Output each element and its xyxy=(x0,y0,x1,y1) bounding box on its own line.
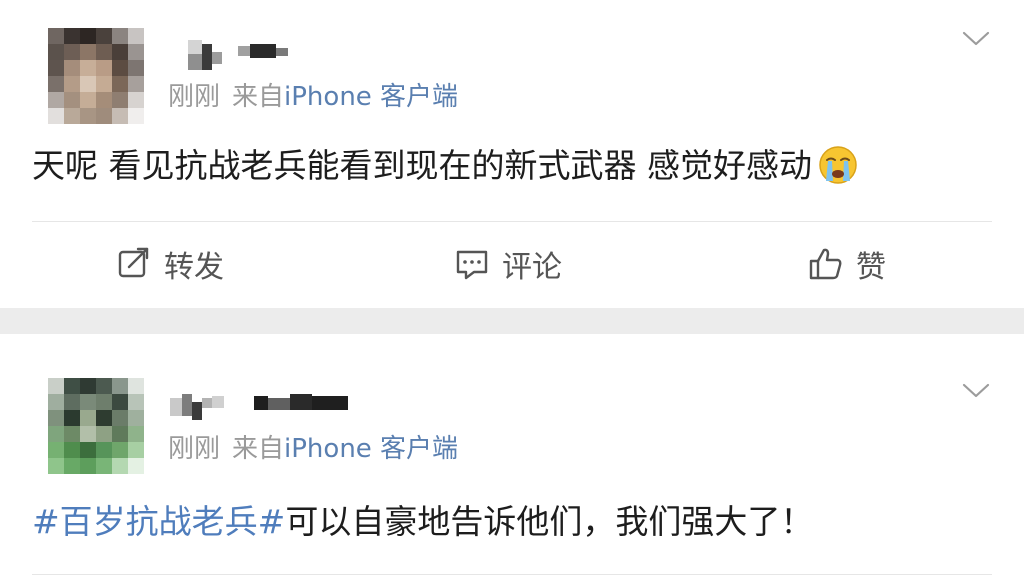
username-blurred[interactable] xyxy=(188,40,298,74)
post-text: 天呢 看见抗战老兵能看到现在的新式武器 感觉好感动 xyxy=(32,146,812,185)
post-time: 刚刚 xyxy=(168,434,221,464)
like-button[interactable]: 赞 xyxy=(808,243,886,285)
crying-face-icon xyxy=(819,146,857,184)
source-link[interactable]: iPhone 客户端 xyxy=(284,82,458,112)
username-blurred[interactable] xyxy=(170,390,360,424)
comment-icon xyxy=(456,250,488,280)
divider xyxy=(32,221,992,222)
avatar[interactable] xyxy=(48,378,144,474)
repost-icon xyxy=(118,247,149,278)
post-text: 可以自豪地告诉他们，我们强大了！ xyxy=(285,502,814,541)
source-link[interactable]: iPhone 客户端 xyxy=(284,434,458,464)
weibo-post-2: 刚刚 来自iPhone 客户端 #百岁抗战老兵#可以自豪地告诉他们，我们强大了！ xyxy=(0,334,1024,582)
source-prefix: 来自 xyxy=(232,82,285,112)
post-meta: 刚刚 来自iPhone 客户端 xyxy=(168,434,458,464)
post-content: #百岁抗战老兵#可以自豪地告诉他们，我们强大了！ xyxy=(32,500,813,544)
comment-label: 评论 xyxy=(502,250,562,285)
post-separator xyxy=(0,308,1024,334)
avatar[interactable] xyxy=(48,28,144,124)
topic-link[interactable]: #百岁抗战老兵# xyxy=(32,502,285,541)
post-content: 天呢 看见抗战老兵能看到现在的新式武器 感觉好感动 xyxy=(32,144,858,188)
divider xyxy=(32,574,992,575)
repost-label: 转发 xyxy=(164,250,224,285)
like-label: 赞 xyxy=(856,250,886,285)
post-time: 刚刚 xyxy=(168,82,221,112)
chevron-down-icon[interactable] xyxy=(962,30,990,48)
comment-button[interactable]: 评论 xyxy=(454,243,562,285)
repost-button[interactable]: 转发 xyxy=(116,243,224,285)
weibo-post-1: 刚刚 来自iPhone 客户端 天呢 看见抗战老兵能看到现在的新式武器 感觉好感动… xyxy=(0,0,1024,308)
chevron-down-icon[interactable] xyxy=(962,382,990,400)
source-prefix: 来自 xyxy=(232,434,285,464)
thumbs-up-icon xyxy=(809,248,842,280)
post-meta: 刚刚 来自iPhone 客户端 xyxy=(168,82,458,112)
